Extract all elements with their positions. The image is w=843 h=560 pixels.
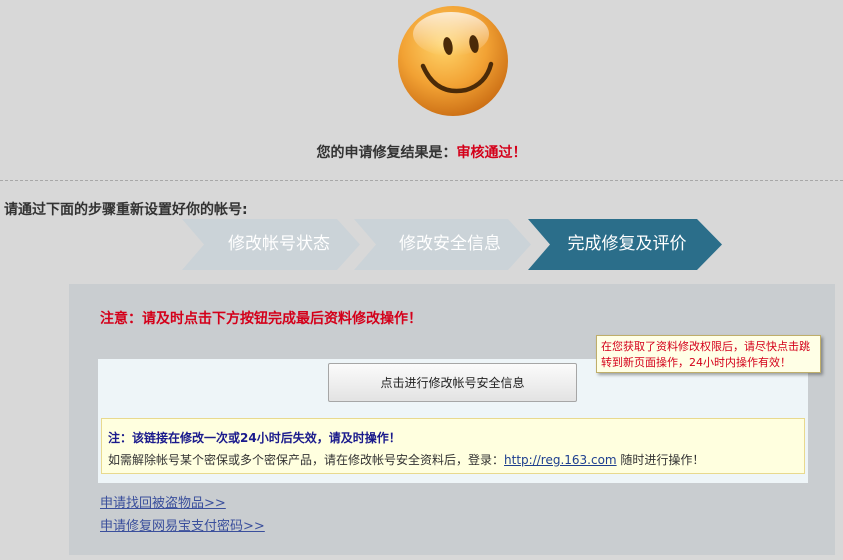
step-3-label: 完成修复及评价	[567, 234, 687, 254]
info-line-2-suffix: 随时进行操作！	[616, 453, 705, 467]
step-progress: 修改帐号状态 修改安全信息 完成修复及评价	[182, 219, 722, 270]
action-area: 点击进行修改帐号安全信息 注：该链接在修改一次或24小时后失效，请及时操作！ 如…	[98, 359, 808, 483]
info-line-2: 如需解除帐号某个密保或多个密保产品，请在修改帐号安全资料后，登录：http://…	[108, 449, 798, 471]
result-prefix: 您的申请修复结果是：	[316, 145, 457, 161]
recover-stolen-items-link[interactable]: 申请找回被盗物品>>	[100, 492, 226, 511]
info-box: 注：该链接在修改一次或24小时后失效，请及时操作！ 如需解除帐号某个密保或多个密…	[101, 418, 805, 474]
instruction-text: 请通过下面的步骤重新设置好你的帐号:	[4, 202, 248, 218]
result-message: 您的申请修复结果是：审核通过！	[0, 142, 843, 162]
result-status: 审核通过！	[456, 145, 527, 161]
main-panel: 注意：请及时点击下方按钮完成最后资料修改操作！ 点击进行修改帐号安全信息 注：该…	[69, 284, 835, 555]
tooltip-note: 在您获取了资料修改权限后，请尽快点击跳转到新页面操作，24小时内操作有效！	[596, 335, 821, 373]
smiley-face-icon	[398, 6, 508, 116]
repair-payment-password-link[interactable]: 申请修复网易宝支付密码>>	[100, 515, 265, 534]
info-line-1: 注：该链接在修改一次或24小时后失效，请及时操作！	[108, 431, 401, 445]
step-1-label: 修改帐号状态	[228, 234, 330, 254]
step-2-label: 修改安全信息	[399, 234, 501, 254]
reg-163-link[interactable]: http://reg.163.com	[504, 453, 617, 467]
notice-text: 注意：请及时点击下方按钮完成最后资料修改操作！	[100, 311, 422, 327]
modify-security-info-button[interactable]: 点击进行修改帐号安全信息	[328, 363, 577, 402]
dashed-divider	[0, 180, 843, 181]
info-line-2-text: 如需解除帐号某个密保或多个密保产品，请在修改帐号安全资料后，登录：	[108, 453, 505, 467]
